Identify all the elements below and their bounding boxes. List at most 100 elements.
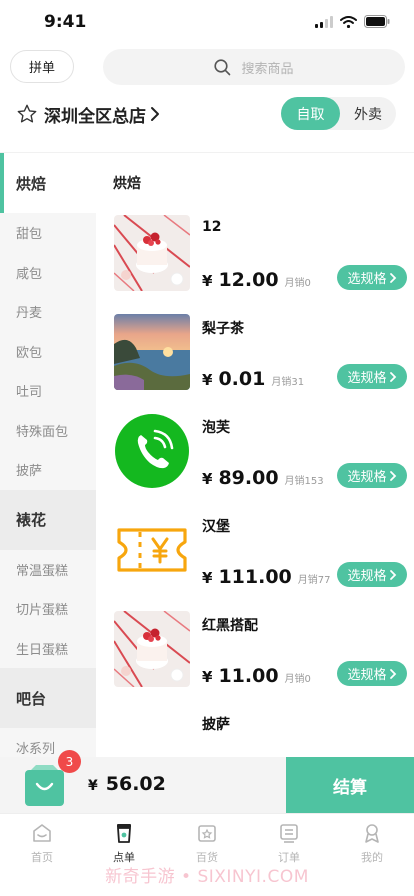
tab-profile[interactable]: 我的 <box>331 822 413 865</box>
product-card[interactable]: 12 ¥ 12.00 月销0 选规格 <box>96 215 414 314</box>
select-spec-label: 选规格 <box>347 569 387 584</box>
battery-icon <box>364 15 390 28</box>
select-spec-label: 选规格 <box>347 470 387 485</box>
category-item[interactable]: 常温蛋糕 <box>0 550 96 590</box>
section-title: 烘焙 <box>113 176 141 192</box>
category-item[interactable]: 吐司 <box>0 371 96 411</box>
product-card[interactable]: 披萨 <box>96 710 414 757</box>
chevron-right-icon <box>389 569 396 580</box>
monthly-sales: 月销77 <box>297 575 331 586</box>
category-item[interactable]: 特殊面包 <box>0 411 96 451</box>
currency-symbol: ¥ <box>202 569 213 587</box>
monthly-sales: 月销0 <box>284 674 311 685</box>
cart-total: ¥ 56.02 <box>88 773 166 795</box>
chevron-right-icon <box>389 470 396 481</box>
select-spec-button[interactable]: 选规格 <box>337 364 407 389</box>
group-order-button[interactable]: 拼单 <box>10 50 74 83</box>
price-row: ¥ 11.00 月销0 <box>202 665 311 687</box>
select-spec-label: 选规格 <box>347 668 387 683</box>
search-placeholder: 搜索商品 <box>241 61 294 77</box>
status-bar: 9:41 <box>0 0 414 46</box>
cake-photo <box>114 215 190 291</box>
tab-home[interactable]: 首页 <box>1 822 83 865</box>
category-group-decorating[interactable]: 裱花 <box>0 489 96 550</box>
product-name: 披萨 <box>202 717 230 733</box>
price-row: ¥ 89.00 月销153 <box>202 467 324 489</box>
checkout-label: 结算 <box>333 777 367 798</box>
pickup-tab[interactable]: 自取 <box>281 97 340 130</box>
monthly-sales: 月销31 <box>271 377 305 388</box>
select-spec-label: 选规格 <box>347 371 387 386</box>
checkout-button[interactable]: 结算 <box>286 757 414 813</box>
category-item[interactable]: 披萨 <box>0 450 96 490</box>
store-selector[interactable]: 深圳全区总店 <box>16 99 160 129</box>
category-item[interactable]: 生日蛋糕 <box>0 629 96 669</box>
select-spec-button[interactable]: 选规格 <box>337 265 407 290</box>
active-indicator <box>0 153 4 213</box>
category-group-label: 裱花 <box>16 511 47 529</box>
product-price: 111.00 <box>218 566 292 588</box>
category-item[interactable]: 欧包 <box>0 332 96 372</box>
wifi-icon <box>340 15 357 28</box>
currency-symbol: ¥ <box>202 371 213 389</box>
store-icon <box>198 825 216 842</box>
category-group-label: 烘焙 <box>16 174 47 193</box>
cart-total-amount: 56.02 <box>105 773 166 795</box>
tab-store[interactable]: 百货 <box>166 822 248 865</box>
chevron-right-icon <box>389 371 396 382</box>
category-item[interactable]: 丹麦 <box>0 292 96 332</box>
currency-symbol: ¥ <box>202 668 213 686</box>
product-name: 梨子茶 <box>202 321 244 337</box>
store-name: 深圳全区总店 <box>44 106 146 127</box>
category-item[interactable]: 冰系列 <box>0 728 96 757</box>
product-name: 12 <box>202 219 222 235</box>
product-card[interactable]: 梨子茶 ¥ 0.01 月销31 选规格 <box>96 314 414 413</box>
category-item[interactable]: 甜包 <box>0 213 96 253</box>
tab-orders[interactable]: 订单 <box>248 822 330 865</box>
product-name: 泡芙 <box>202 420 230 436</box>
category-item[interactable]: 咸包 <box>0 253 96 293</box>
delivery-tab[interactable]: 外卖 <box>340 97 396 130</box>
yen-ticket-icon <box>114 512 190 588</box>
select-spec-button[interactable]: 选规格 <box>337 562 407 587</box>
cart-count-badge: 3 <box>58 750 81 773</box>
category-group-label: 吧台 <box>16 689 47 708</box>
price-row: ¥ 0.01 月销31 <box>202 368 304 390</box>
phone-call-icon <box>114 413 190 489</box>
select-spec-label: 选规格 <box>347 272 387 287</box>
shopping-bag-icon[interactable] <box>24 764 65 807</box>
product-price: 12.00 <box>218 269 279 291</box>
product-card[interactable]: 泡芙 ¥ 89.00 月销153 选规格 <box>96 413 414 512</box>
category-group-bar[interactable]: 吧台 <box>0 668 96 728</box>
profile-icon <box>365 824 379 843</box>
product-name: 汉堡 <box>202 519 230 535</box>
home-icon <box>33 824 51 842</box>
product-card[interactable]: 汉堡 ¥ 111.00 月销77 选规格 <box>96 512 414 611</box>
watermark-text: 新奇手游 • SIXINYI.COM <box>105 867 309 887</box>
select-spec-button[interactable]: 选规格 <box>337 661 407 686</box>
currency-symbol: ¥ <box>88 778 98 794</box>
star-icon[interactable] <box>16 103 38 125</box>
product-price: 0.01 <box>218 368 266 390</box>
status-time: 9:41 <box>44 12 87 32</box>
pickup-delivery-toggle: 自取 外卖 <box>281 97 396 130</box>
product-card[interactable]: 红黑搭配 ¥ 11.00 月销0 选规格 <box>96 611 414 710</box>
status-icons <box>315 15 390 28</box>
coast-sunset-photo <box>114 314 190 390</box>
search-icon <box>214 58 231 75</box>
order-cup-icon <box>117 824 131 843</box>
chevron-right-icon <box>389 668 396 679</box>
product-list[interactable]: 烘焙 12 ¥ 12.00 月销0 选规格 梨子茶 ¥ 0.01 月销31 选规… <box>96 153 414 757</box>
tab-order[interactable]: 点单 <box>83 822 165 865</box>
select-spec-button[interactable]: 选规格 <box>337 463 407 488</box>
search-bar[interactable]: 搜索商品 <box>103 49 405 85</box>
chevron-right-icon <box>389 272 396 283</box>
product-name: 红黑搭配 <box>202 618 258 634</box>
price-row: ¥ 111.00 月销77 <box>202 566 331 588</box>
category-item[interactable]: 切片蛋糕 <box>0 589 96 629</box>
currency-symbol: ¥ <box>202 272 213 290</box>
category-group-baking[interactable]: 烘焙 <box>0 153 96 213</box>
order-list-icon <box>280 824 298 843</box>
category-sidebar[interactable]: 烘焙 甜包 咸包 丹麦 欧包 吐司 特殊面包 披萨 裱花 常温蛋糕 切片蛋糕 生… <box>0 153 96 757</box>
price-row: ¥ 12.00 月销0 <box>202 269 311 291</box>
